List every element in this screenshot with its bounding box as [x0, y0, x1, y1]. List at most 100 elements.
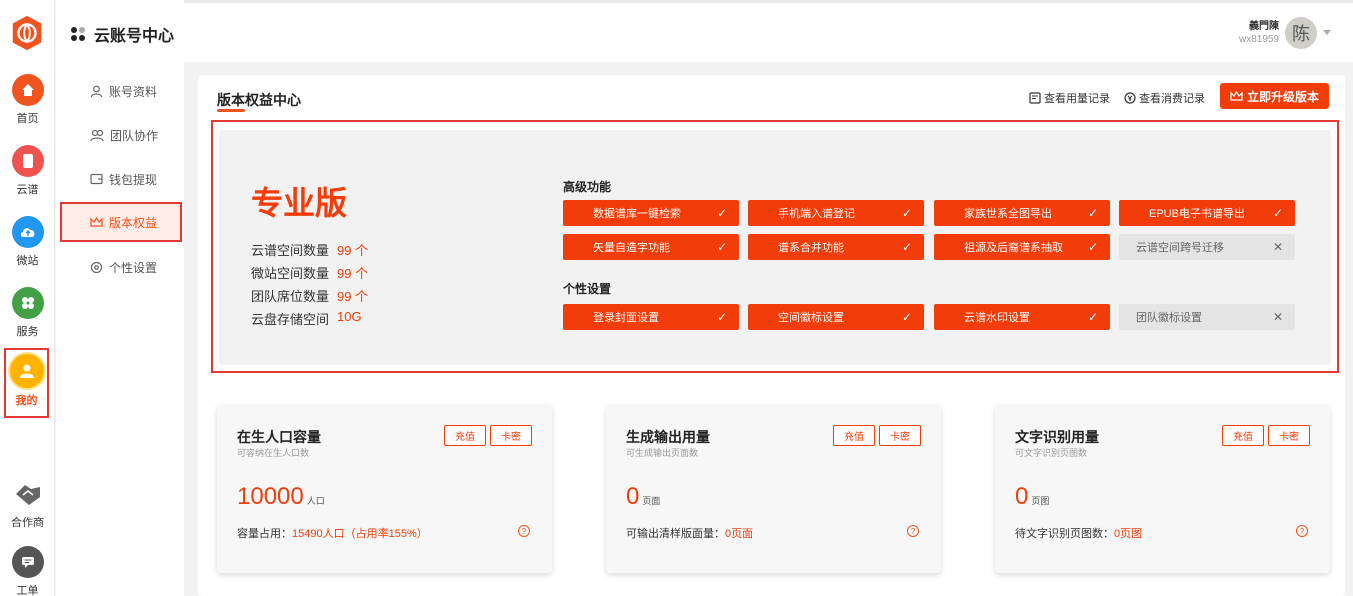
home-icon [11, 74, 44, 106]
recharge-button[interactable]: 充值 [1222, 425, 1264, 446]
rail-item-services[interactable]: 服务 [0, 287, 55, 339]
check-icon: ✓ [901, 310, 912, 324]
settings-icon [90, 261, 103, 273]
feature-chip: 手机端入谱登记 ✓ [748, 200, 924, 226]
usage-card-output: 生成输出用量 可生成输出页面数 充值 卡密 0 页面 可输出清样版面量：0页面 … [606, 405, 941, 573]
usage-card-population: 在生人口容量 可容纳在生人口数 充值 卡密 10000 人口 容量占用：1549… [217, 405, 552, 573]
handshake-icon [12, 478, 44, 510]
check-icon: ✓ [716, 310, 727, 324]
card-subtitle: 可容纳在生人口数 [237, 448, 310, 458]
card-value: 0 [626, 483, 640, 510]
wallet-icon [90, 173, 103, 185]
version-name: 专业版 [251, 185, 348, 221]
app-grid-icon [71, 27, 85, 41]
advanced-features-title: 高级功能 [563, 180, 612, 194]
stat-row: 云盘存储空间 10G [251, 309, 362, 327]
user-menu[interactable]: 義門陳 wx81959 陈 [1239, 17, 1331, 49]
coin-icon [1124, 92, 1136, 104]
view-usage-link[interactable]: 查看用量记录 [1029, 90, 1110, 106]
card-footer: 容量占用：15490人口（占用率155%） [237, 528, 428, 540]
check-icon: ✓ [1272, 206, 1283, 220]
main-panel: 版本权益中心 查看用量记录 查看消费记录 立即升级版本 专业版 云谱空间数量 99… [198, 75, 1345, 596]
stat-row: 团队席位数量 99 个 [251, 289, 369, 304]
card-title: 生成输出用量 [626, 429, 710, 445]
sidebar-item-account[interactable]: 账号资料 [62, 73, 180, 109]
card-subtitle: 可生成输出页面数 [626, 448, 699, 458]
rail-label: 我的 [15, 395, 38, 407]
icon-rail: 首页 云谱 微站 服务 我的 合作商 工单 [0, 0, 55, 596]
sidebar-item-label: 团队协作 [110, 128, 159, 143]
user-icon [9, 354, 44, 388]
sidebar-item-wallet[interactable]: 钱包提现 [62, 161, 180, 197]
help-icon[interactable]: ? [518, 525, 530, 537]
chevron-down-icon[interactable] [1323, 30, 1331, 36]
rail-label: 服务 [16, 326, 39, 338]
rail-label: 微站 [16, 255, 39, 267]
sidebar-item-version[interactable]: 版本权益 [60, 202, 182, 242]
version-box: 专业版 云谱空间数量 99 个 微站空间数量 99 个 团队席位数量 99 个 云盘存… [211, 120, 1339, 373]
check-icon: ✓ [1087, 310, 1098, 324]
recharge-button[interactable]: 充值 [833, 425, 875, 446]
recharge-button[interactable]: 充值 [444, 425, 486, 446]
sidebar-item-label: 个性设置 [109, 260, 158, 275]
crown-icon [90, 216, 103, 227]
version-box-inner: 专业版 云谱空间数量 99 个 微站空间数量 99 个 团队席位数量 99 个 云盘存… [219, 130, 1331, 365]
rail-item-ticket[interactable]: 工单 [0, 546, 55, 596]
card-key-button[interactable]: 卡密 [879, 425, 921, 446]
cross-icon: ✕ [1272, 240, 1283, 254]
feature-chip: 祖源及后裔谱系抽取 ✓ [934, 234, 1110, 260]
feature-chip: 家族世系全图导出 ✓ [934, 200, 1110, 226]
sidebar-item-personal[interactable]: 个性设置 [62, 249, 180, 285]
cloud-upload-icon [11, 216, 44, 248]
team-icon [90, 129, 104, 141]
feature-chip: EPUB电子书谱导出 ✓ [1119, 200, 1295, 226]
help-icon[interactable]: ? [1296, 525, 1308, 537]
feature-chip: 矢量自造字功能 ✓ [563, 234, 739, 260]
user-id: wx81959 [1238, 34, 1279, 45]
upgrade-button[interactable]: 立即升级版本 [1220, 83, 1329, 109]
stat-row: 微站空间数量 99 个 [251, 266, 369, 281]
secondary-sidebar: 云账号中心 账号资料 团队协作 钱包提现 版本权益 个性设置 [56, 0, 184, 596]
feature-chip-disabled: 团队徽标设置 ✕ [1119, 304, 1295, 330]
card-value: 10000 [237, 483, 304, 510]
app-title-text: 云账号中心 [94, 28, 175, 45]
feature-chip: 云谱水印设置 ✓ [934, 304, 1110, 330]
title-underline [217, 109, 245, 112]
card-title: 文字识别用量 [1015, 429, 1099, 445]
rail-item-mine[interactable]: 我的 [4, 348, 49, 418]
version-stats: 云谱空间数量 99 个 微站空间数量 99 个 团队席位数量 99 个 云盘存储空间 1… [251, 240, 368, 332]
feature-chip: 登录封面设置 ✓ [563, 304, 739, 330]
card-unit: 人口 [306, 496, 325, 506]
app-logo-icon[interactable] [8, 14, 46, 52]
usage-card-ocr: 文字识别用量 可文字识别页图数 充值 卡密 0 页图 待文字识别页图数：0页图 … [995, 405, 1330, 573]
sidebar-item-team[interactable]: 团队协作 [62, 117, 180, 153]
rail-label: 首页 [16, 113, 39, 125]
rail-item-yunpu[interactable]: 云谱 [0, 145, 55, 197]
rail-item-home[interactable]: 首页 [0, 74, 55, 126]
help-icon[interactable]: ? [907, 525, 919, 537]
personal-settings-title: 个性设置 [563, 282, 612, 296]
sidebar-item-label: 钱包提现 [109, 172, 158, 187]
crown-icon [1230, 90, 1243, 101]
view-spend-link[interactable]: 查看消费记录 [1124, 90, 1205, 106]
person-icon [90, 85, 103, 97]
record-icon [1029, 92, 1041, 104]
feature-chip-disabled: 云谱空间跨号迁移 ✕ [1119, 234, 1295, 260]
grid-icon [11, 287, 44, 319]
feature-chip: 空间徽标设置 ✓ [748, 304, 924, 330]
card-unit: 页面 [642, 496, 661, 506]
check-icon: ✓ [901, 240, 912, 254]
check-icon: ✓ [716, 206, 727, 220]
check-icon: ✓ [1087, 206, 1098, 220]
card-key-button[interactable]: 卡密 [490, 425, 532, 446]
stat-row: 云谱空间数量 99 个 [251, 243, 369, 258]
cross-icon: ✕ [1272, 310, 1283, 324]
card-value: 0 [1015, 483, 1029, 510]
rail-item-partner[interactable]: 合作商 [0, 478, 55, 530]
avatar[interactable]: 陈 [1285, 17, 1317, 49]
app-title: 云账号中心 [70, 22, 174, 46]
feature-chip: 数据谱库一键检索 ✓ [563, 200, 739, 226]
card-key-button[interactable]: 卡密 [1268, 425, 1310, 446]
user-name: 義門陳 [1249, 21, 1279, 32]
rail-item-weizhan[interactable]: 微站 [0, 216, 55, 268]
